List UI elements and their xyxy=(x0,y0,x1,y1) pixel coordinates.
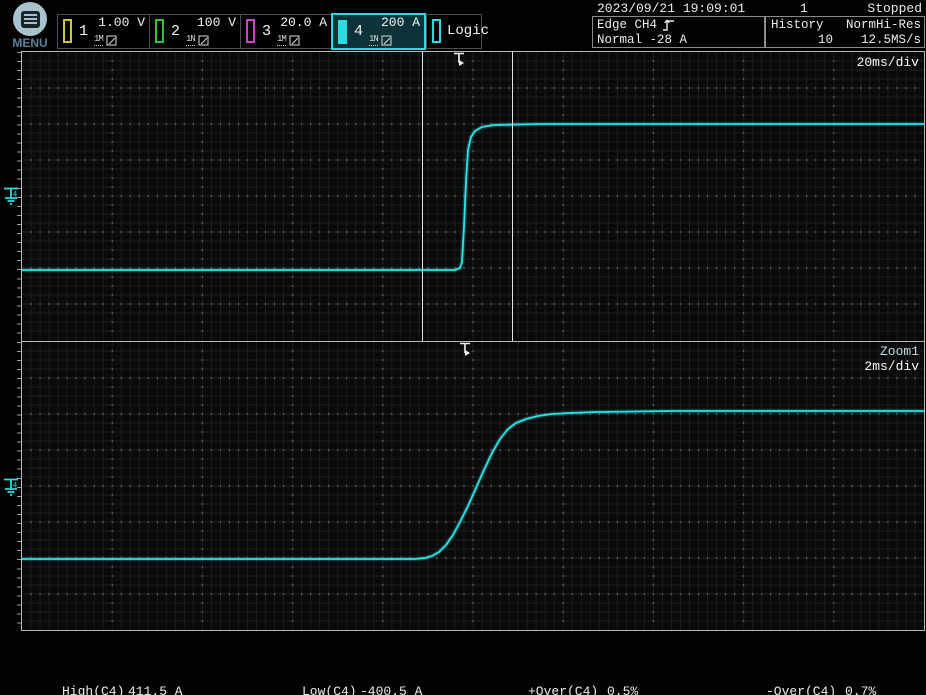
impedance-label: 1M xyxy=(277,34,286,46)
main-waveform-plot xyxy=(22,52,924,340)
impedance-label: 1M xyxy=(94,34,103,46)
menu-label: MENU xyxy=(7,36,53,50)
zoom-window-title: Zoom1 xyxy=(880,344,919,359)
sample-rate: 12.5MS/s xyxy=(861,33,921,47)
channel-number: 1 xyxy=(79,23,88,40)
channel-badge-3[interactable]: 3 20.0 A 1M xyxy=(240,15,331,48)
channel-badge-1[interactable]: 1 1.00 V 1M xyxy=(58,15,149,48)
zoom-region-right-line[interactable] xyxy=(512,52,513,341)
measurement-row: +Over(C4)0.5% xyxy=(528,685,638,695)
channel-4-color-swatch xyxy=(338,20,347,44)
acquisition-mode: NormHi-Res xyxy=(846,18,921,32)
hamburger-icon xyxy=(21,11,40,28)
trigger-position-marker[interactable] xyxy=(452,52,466,70)
measurement-value: 0.5% xyxy=(607,684,638,695)
logic-badge[interactable]: Logic xyxy=(426,15,481,48)
svg-text:4: 4 xyxy=(13,191,18,200)
datetime: 2023/09/21 19:09:01 xyxy=(597,1,745,16)
main-waveform-window: 20ms/div xyxy=(21,51,925,341)
zoom-waveform-plot xyxy=(22,342,924,630)
oscilloscope-screen: MENU 1 1.00 V 1M 2 100 V 1N 3 20.0 A 1M … xyxy=(0,0,926,695)
probe-icon xyxy=(381,35,392,46)
history-label: History xyxy=(771,18,824,32)
rising-edge-icon xyxy=(661,18,676,32)
status-row: 2023/09/21 19:09:01 1 Stopped xyxy=(592,1,924,15)
logic-color-swatch xyxy=(432,19,441,43)
channel-scale-value: 20.0 A xyxy=(280,15,327,30)
measurement-label: -Over(C4) xyxy=(766,685,845,695)
measurement-value: -400.5 A xyxy=(360,684,422,695)
menu-button[interactable]: MENU xyxy=(7,1,53,49)
measurement-column-4: -Over(C4)0.7% xyxy=(766,657,876,695)
logic-label: Logic xyxy=(447,23,489,39)
main-timebase-label: 20ms/div xyxy=(857,55,919,70)
trigger-mode-level: Normal -28 A xyxy=(597,33,687,47)
channel-number: 4 xyxy=(354,23,363,40)
probe-icon xyxy=(289,35,300,46)
acquisition-info-box[interactable]: History NormHi-Res 10 12.5MS/s xyxy=(765,16,925,48)
measurement-row: High(C4)411.5 A xyxy=(62,685,198,695)
channel-3-color-swatch xyxy=(246,19,255,43)
channel-2-color-swatch xyxy=(155,19,164,43)
channel-1-color-swatch xyxy=(63,19,72,43)
measurement-value: 0.7% xyxy=(845,684,876,695)
run-state: Stopped xyxy=(867,1,922,16)
channel-4-ground-marker[interactable]: 4 xyxy=(1,182,21,210)
history-value: 10 xyxy=(771,33,833,47)
channel-bar: 1 1.00 V 1M 2 100 V 1N 3 20.0 A 1M 4 200… xyxy=(57,14,482,49)
measurement-label: +Over(C4) xyxy=(528,685,607,695)
zoom-timebase-label: 2ms/div xyxy=(864,359,919,374)
measurement-column-1: High(C4)411.5 A Rise(C4)1.62672ms xyxy=(62,657,198,695)
channel-badge-2[interactable]: 2 100 V 1N xyxy=(149,15,240,48)
svg-text:4: 4 xyxy=(13,482,18,491)
probe-icon xyxy=(198,35,209,46)
zoom-waveform-window: Zoom1 2ms/div xyxy=(21,341,925,631)
impedance-label: 1N xyxy=(186,34,195,46)
zoom-channel-4-ground-marker[interactable]: 4 xyxy=(1,473,21,501)
channel-number: 2 xyxy=(171,23,180,40)
measurement-label: High(C4) xyxy=(62,685,128,695)
channel-scale-value: 1.00 V xyxy=(98,15,145,30)
trigger-info-box[interactable]: Edge CH4 Normal -28 A xyxy=(592,16,765,48)
measurement-column-2: Low(C4)-400.5 A Fall(C4)***** xyxy=(302,657,422,695)
measurement-label: Low(C4) xyxy=(302,685,360,695)
measurement-value: 411.5 A xyxy=(128,684,183,695)
measurement-row: Low(C4)-400.5 A xyxy=(302,685,422,695)
measurement-row: -Over(C4)0.7% xyxy=(766,685,876,695)
channel-badge-4-selected[interactable]: 4 200 A 1N xyxy=(331,13,426,50)
menu-circle xyxy=(13,2,47,36)
channel-scale-value: 200 A xyxy=(381,15,420,30)
channel-scale-value: 100 V xyxy=(197,15,236,30)
channel-number: 3 xyxy=(262,23,271,40)
acquisition-count: 1 xyxy=(800,1,808,16)
trigger-type-source: Edge CH4 xyxy=(597,18,657,32)
impedance-label: 1N xyxy=(369,34,378,46)
zoom-region-left-line[interactable] xyxy=(422,52,423,341)
probe-icon xyxy=(106,35,117,46)
zoom-trigger-position-marker[interactable] xyxy=(458,342,472,360)
measurement-column-3: +Over(C4)0.5% xyxy=(528,657,638,695)
